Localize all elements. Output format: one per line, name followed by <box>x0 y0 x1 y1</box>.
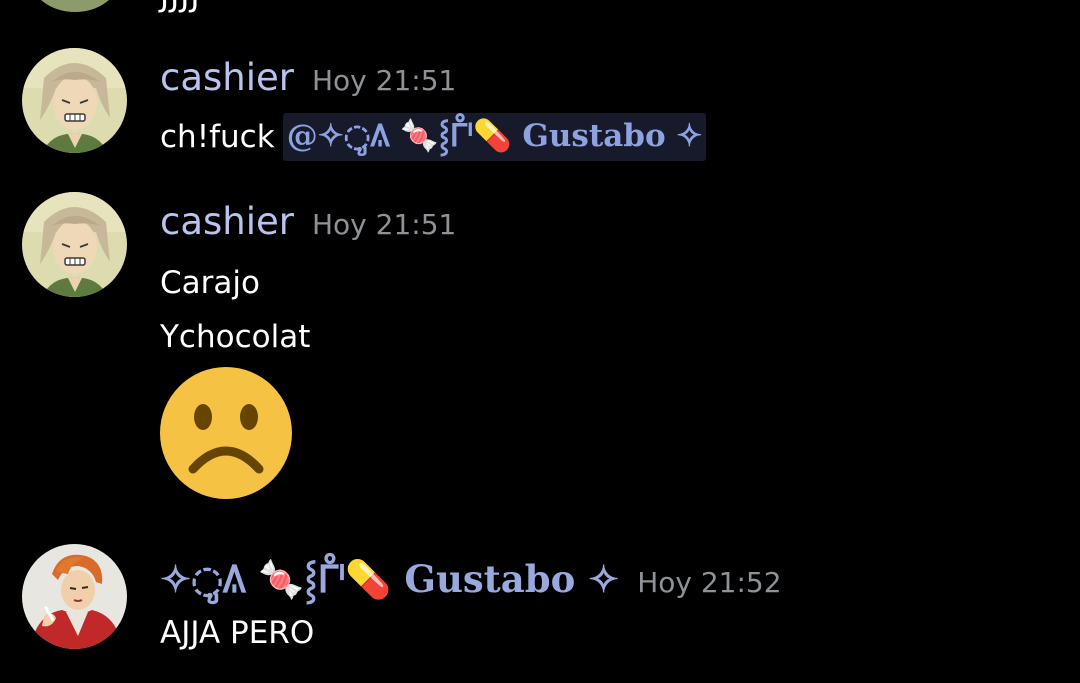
red-jacket-avatar-icon <box>22 544 127 649</box>
anime-avatar-icon <box>22 192 127 297</box>
message-text: Carajo <box>160 265 260 301</box>
username[interactable]: cashier <box>160 200 294 243</box>
message-line: Carajo <box>160 262 260 304</box>
frowning-face-icon <box>160 367 292 499</box>
timestamp: Hoy 21:52 <box>637 566 782 599</box>
message-header: ✧◌ູ𐒱 🍬⸾ᒤᑊ💊 Gustabo ✧ Hoy 21:52 <box>160 552 782 603</box>
chat-messages: JJJJ cashier Hoy 21:51 ch!fuck <box>0 0 1080 683</box>
anime-avatar-icon <box>22 48 127 153</box>
message-text: Ychocolat <box>160 319 311 355</box>
avatar[interactable] <box>22 192 127 297</box>
previous-message: JJJJ <box>0 0 1080 20</box>
timestamp: Hoy 21:51 <box>312 64 457 97</box>
user-mention[interactable]: @✧◌ູ𐒱 🍬⸾ᒤᑊ💊 Gustabo ✧ <box>282 113 707 161</box>
message-line: ch!fuck @✧◌ູ𐒱 🍬⸾ᒤᑊ💊 Gustabo ✧ <box>160 112 707 162</box>
avatar[interactable] <box>30 0 120 12</box>
slightly-frowning-face-emoji[interactable] <box>160 367 292 499</box>
avatar[interactable] <box>22 544 127 649</box>
message-text: JJJJ <box>160 0 201 14</box>
message-header: cashier Hoy 21:51 <box>160 200 456 243</box>
message-header: cashier Hoy 21:51 <box>160 56 456 99</box>
message-line: AJJA PERO <box>160 612 314 654</box>
username[interactable]: ✧◌ູ𐒱 🍬⸾ᒤᑊ💊 Gustabo ✧ <box>160 552 619 603</box>
timestamp: Hoy 21:51 <box>312 208 457 241</box>
avatar[interactable] <box>22 48 127 153</box>
message-text: AJJA PERO <box>160 615 315 651</box>
message-text: ch!fuck <box>160 119 275 155</box>
message-line: Ychocolat <box>160 316 310 358</box>
username[interactable]: cashier <box>160 56 294 99</box>
